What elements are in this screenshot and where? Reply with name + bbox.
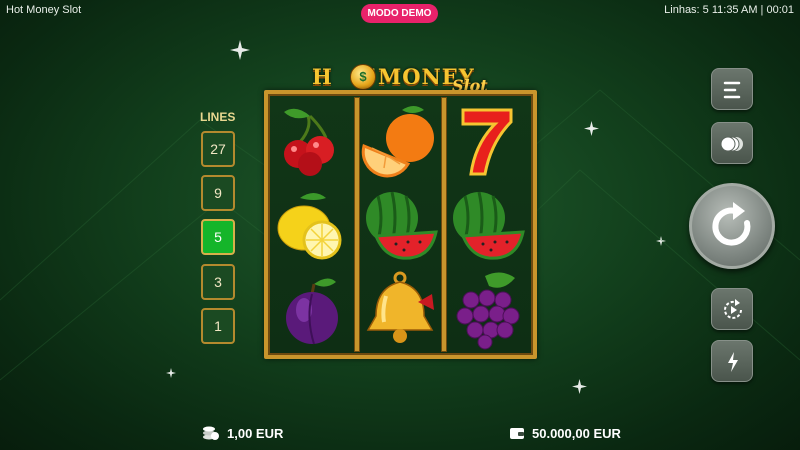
watermelon-icon <box>453 191 525 260</box>
demo-mode-badge: MODO DEMO <box>361 4 438 23</box>
autoplay-button[interactable] <box>711 288 753 330</box>
lines-option-3[interactable]: 3 <box>201 264 235 300</box>
lucky-seven-icon <box>461 108 513 176</box>
lines-label: LINES <box>200 110 236 124</box>
lines-option-27[interactable]: 27 <box>201 131 235 167</box>
lines-option-5[interactable]: 5 <box>201 219 235 255</box>
bet-settings-button[interactable] <box>711 122 753 164</box>
reels-frame <box>264 90 537 359</box>
menu-icon <box>723 81 741 99</box>
grapes-icon <box>456 272 520 350</box>
orange-icon <box>361 106 434 178</box>
logo-coin-icon: $ <box>350 64 376 90</box>
window-title: Hot Money Slot <box>6 4 82 16</box>
watermelon-icon <box>366 191 438 260</box>
status-info: Linhas: 5 11:35 AM | 00:01 <box>664 4 794 16</box>
spin-button[interactable] <box>689 183 775 269</box>
cherries-icon <box>284 108 334 176</box>
lines-option-1[interactable]: 1 <box>201 308 235 344</box>
bet-value: 1,00 EUR <box>227 426 284 441</box>
spin-icon <box>712 202 751 246</box>
turbo-icon <box>728 352 738 372</box>
wallet-icon <box>510 428 524 439</box>
bell-icon <box>366 271 434 343</box>
coins-icon <box>720 136 743 152</box>
autoplay-icon <box>724 299 742 319</box>
balance-value: 50.000,00 EUR <box>532 426 621 441</box>
menu-button[interactable] <box>711 68 753 110</box>
lemon-icon <box>277 193 342 260</box>
plum-icon <box>286 278 338 345</box>
coin-stack-icon <box>203 426 219 440</box>
lines-option-9[interactable]: 9 <box>201 175 235 211</box>
turbo-button[interactable] <box>711 340 753 382</box>
